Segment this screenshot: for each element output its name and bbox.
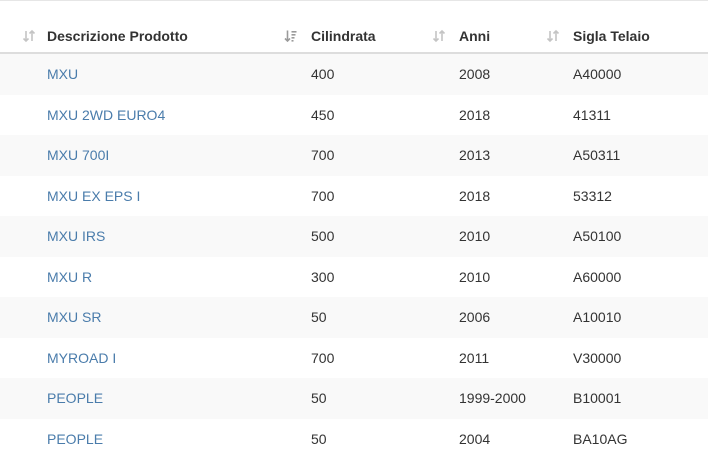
product-link[interactable]: MXU 700I [47, 147, 109, 163]
table-row: MXU R 300 2010 A60000 [0, 256, 708, 297]
column-header-label: Sigla Telaio [573, 28, 650, 44]
cell-sigla-telaio: 41311 [545, 94, 708, 135]
column-header-label: Anni [459, 28, 491, 44]
column-header-label: Descrizione Prodotto [47, 28, 188, 44]
cell-cilindrata: 50 [283, 297, 431, 338]
cell-cilindrata: 50 [283, 418, 431, 459]
cell-cilindrata: 300 [283, 256, 431, 297]
cell-anni: 2008 [431, 53, 545, 95]
cell-anni: 2006 [431, 297, 545, 338]
cell-sigla-telaio: BA10AG [545, 418, 708, 459]
table-row: PEOPLE 50 1999-2000 B10001 [0, 378, 708, 419]
cell-anni: 2018 [431, 94, 545, 135]
table-row: MXU 700I 700 2013 A50311 [0, 135, 708, 176]
column-header-cilindrata[interactable]: Cilindrata [283, 20, 431, 54]
sort-descending-icon[interactable] [284, 29, 298, 43]
cell-cilindrata: 400 [283, 53, 431, 95]
column-header-sigla-telaio[interactable]: Sigla Telaio [545, 20, 708, 54]
cell-anni: 2011 [431, 337, 545, 378]
sort-both-icon[interactable] [432, 29, 446, 43]
cell-anni: 2010 [431, 256, 545, 297]
cell-descrizione: MXU [0, 53, 283, 95]
product-link[interactable]: MXU IRS [47, 228, 105, 244]
cell-cilindrata: 50 [283, 378, 431, 419]
top-divider [0, 0, 708, 1]
column-header-anni[interactable]: Anni [431, 20, 545, 54]
cell-descrizione: PEOPLE [0, 378, 283, 419]
cell-sigla-telaio: B10001 [545, 378, 708, 419]
cell-cilindrata: 700 [283, 337, 431, 378]
cell-anni: 2004 [431, 418, 545, 459]
table-row: MXU SR 50 2006 A10010 [0, 297, 708, 338]
table-row: MXU 400 2008 A40000 [0, 53, 708, 95]
product-link[interactable]: PEOPLE [47, 431, 103, 447]
product-link[interactable]: MYROAD I [47, 350, 116, 366]
cell-cilindrata: 450 [283, 94, 431, 135]
product-table: Descrizione Prodotto Cilindrata Anni Sig… [0, 20, 708, 459]
cell-sigla-telaio: A60000 [545, 256, 708, 297]
column-header-label: Cilindrata [311, 28, 376, 44]
sort-both-icon[interactable] [546, 29, 560, 43]
cell-sigla-telaio: A40000 [545, 53, 708, 95]
cell-cilindrata: 700 [283, 175, 431, 216]
cell-anni: 2010 [431, 216, 545, 257]
cell-anni: 2018 [431, 175, 545, 216]
cell-sigla-telaio: 53312 [545, 175, 708, 216]
column-header-descrizione[interactable]: Descrizione Prodotto [0, 20, 283, 54]
cell-sigla-telaio: A10010 [545, 297, 708, 338]
cell-descrizione: MXU IRS [0, 216, 283, 257]
product-link[interactable]: MXU SR [47, 309, 101, 325]
table-row: MYROAD I 700 2011 V30000 [0, 337, 708, 378]
table-header-row: Descrizione Prodotto Cilindrata Anni Sig… [0, 20, 708, 54]
cell-cilindrata: 700 [283, 135, 431, 176]
cell-sigla-telaio: A50311 [545, 135, 708, 176]
product-link[interactable]: MXU 2WD EURO4 [47, 107, 165, 123]
table-row: MXU EX EPS I 700 2018 53312 [0, 175, 708, 216]
table-row: MXU 2WD EURO4 450 2018 41311 [0, 94, 708, 135]
product-table-container: Descrizione Prodotto Cilindrata Anni Sig… [0, 0, 708, 464]
cell-descrizione: MXU 700I [0, 135, 283, 176]
product-link[interactable]: PEOPLE [47, 390, 103, 406]
cell-descrizione: MXU EX EPS I [0, 175, 283, 216]
cell-descrizione: MXU SR [0, 297, 283, 338]
cell-descrizione: PEOPLE [0, 418, 283, 459]
cell-anni: 2013 [431, 135, 545, 176]
table-row: MXU IRS 500 2010 A50100 [0, 216, 708, 257]
cell-sigla-telaio: V30000 [545, 337, 708, 378]
sort-both-icon[interactable] [22, 29, 36, 43]
cell-sigla-telaio: A50100 [545, 216, 708, 257]
cell-anni: 1999-2000 [431, 378, 545, 419]
table-row: PEOPLE 50 2004 BA10AG [0, 418, 708, 459]
cell-descrizione: MXU 2WD EURO4 [0, 94, 283, 135]
cell-descrizione: MXU R [0, 256, 283, 297]
cell-descrizione: MYROAD I [0, 337, 283, 378]
product-link[interactable]: MXU R [47, 269, 92, 285]
cell-cilindrata: 500 [283, 216, 431, 257]
product-link[interactable]: MXU EX EPS I [47, 188, 140, 204]
product-link[interactable]: MXU [47, 66, 78, 82]
